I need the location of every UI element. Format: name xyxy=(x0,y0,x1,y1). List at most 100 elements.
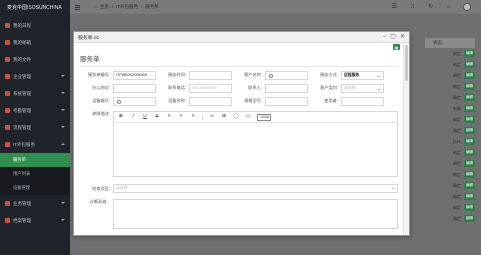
edit-button[interactable]: 编辑 xyxy=(463,61,475,68)
edit-button[interactable]: 编辑 xyxy=(463,94,475,101)
edit-button[interactable]: 编辑 xyxy=(463,171,475,178)
text-field[interactable]: 000-00000000 xyxy=(189,83,232,93)
save-button[interactable]: ▣ xyxy=(393,44,400,50)
text-field[interactable] xyxy=(113,83,156,93)
edit-button[interactable]: 编辑 xyxy=(463,127,475,134)
edit-button[interactable]: 编辑 xyxy=(463,215,475,222)
field-label: 设备名称: xyxy=(168,98,186,103)
row-status-text: 确定 xyxy=(452,193,461,199)
chevron-down-icon xyxy=(392,188,394,189)
sidebar-item-5[interactable]: 考勤管理 xyxy=(0,102,70,119)
edit-button[interactable]: 编辑 xyxy=(463,182,475,189)
edit-button[interactable]: 编辑 xyxy=(463,116,475,123)
sidebar-item-0[interactable]: 我的日程 xyxy=(0,17,70,34)
search-field[interactable] xyxy=(113,96,156,106)
sidebar-item-label: 我的日程 xyxy=(13,22,31,28)
sidebar-subitem-2[interactable]: 设备管理 xyxy=(0,181,70,195)
list-icon[interactable]: ☰ xyxy=(391,4,398,11)
search-field[interactable] xyxy=(265,70,308,80)
edit-button[interactable]: 编辑 xyxy=(463,50,475,57)
emoji-icon[interactable]: ◯ xyxy=(233,114,239,120)
italic-icon[interactable]: I xyxy=(130,114,136,120)
row-status-text: 确定 xyxy=(452,116,461,122)
sidebar-subitem-1[interactable]: 用户列表 xyxy=(0,167,70,181)
maximize-icon[interactable]: ▢ xyxy=(390,34,396,41)
dialog-title: 服务单-01 xyxy=(74,32,409,43)
edit-button[interactable]: 编辑 xyxy=(463,160,475,167)
home-icon[interactable]: ⌂ xyxy=(94,4,97,10)
text-field[interactable]: ITFWD202006300 xyxy=(113,70,156,80)
lock-icon[interactable]: ⌂ xyxy=(445,4,452,11)
text-field[interactable] xyxy=(189,70,232,80)
table-row: 确定 编辑 xyxy=(425,92,475,103)
table-row: 确定 编辑 xyxy=(425,125,475,136)
menu-toggle-icon[interactable] xyxy=(75,4,80,10)
field-value: 请选择... xyxy=(344,85,359,90)
zoom-select[interactable]: 100% xyxy=(257,113,271,121)
menu-item-icon xyxy=(5,125,10,130)
link-icon[interactable]: ∞ xyxy=(209,114,215,120)
table-row: 确定 编辑 xyxy=(425,81,475,92)
align-right-icon[interactable]: ≡ xyxy=(190,114,196,120)
text-field[interactable] xyxy=(265,96,308,106)
table-row: 确定 编辑 xyxy=(425,147,475,158)
strikethrough-icon[interactable]: S xyxy=(154,114,160,120)
sidebar-item-7[interactable]: IT外包服务 xyxy=(0,136,70,153)
refresh-icon[interactable]: ↻ xyxy=(427,4,434,11)
bold-icon[interactable]: B xyxy=(118,114,124,120)
bell-icon[interactable]: ♫ xyxy=(409,4,416,11)
fault-description-editor[interactable]: B I U S ≡ ≡ ≡ ∞ ⊞ ◯ ▭ 100% xyxy=(113,111,398,177)
edit-button[interactable]: 编辑 xyxy=(463,149,475,156)
edit-button[interactable]: 编辑 xyxy=(463,193,475,200)
select-field[interactable]: 远程服务 xyxy=(341,70,384,80)
row-status-text: 确定 xyxy=(452,215,461,221)
sidebar: 麦克中国ISOSUNCHINA 我的日程 我的邮箱 我的文件 企业管理 系统管理 考勤管理… xyxy=(0,0,70,255)
minimize-icon[interactable]: − xyxy=(383,34,387,41)
sidebar-item-4[interactable]: 系统管理 xyxy=(0,85,70,102)
text-field[interactable] xyxy=(341,96,384,106)
user-avatar[interactable] xyxy=(463,3,471,11)
edit-button[interactable]: 编辑 xyxy=(463,83,475,90)
dialog-scrollbar[interactable] xyxy=(403,43,409,235)
scrollbar-thumb[interactable] xyxy=(405,45,408,81)
diagnosis-textarea[interactable] xyxy=(113,199,398,229)
background-table: 状态 确定 编辑 确定 编辑 确定 编辑 确定 编辑 确定 编辑 未确 编辑 确定 编辑 确定 编辑 针叶 编辑确… xyxy=(425,38,475,224)
close-icon[interactable]: ✕ xyxy=(400,34,405,41)
edit-button[interactable]: 编辑 xyxy=(463,138,475,145)
sidebar-item-a0[interactable]: 业务管理 xyxy=(0,195,70,212)
sidebar-item-a1[interactable]: 档案管理 xyxy=(0,212,70,229)
editor-toolbar: B I U S ≡ ≡ ≡ ∞ ⊞ ◯ ▭ 100% xyxy=(114,112,397,123)
check-items-select[interactable]: 请选择... xyxy=(113,184,398,193)
edit-button[interactable]: 编辑 xyxy=(463,72,475,79)
sidebar-item-6[interactable]: 流程管理 xyxy=(0,119,70,136)
select-field[interactable]: 请选择... xyxy=(341,83,384,93)
chevron-down-icon xyxy=(61,202,65,204)
edit-button[interactable]: 编辑 xyxy=(463,105,475,112)
align-left-icon[interactable]: ≡ xyxy=(166,114,172,120)
edit-button[interactable]: 编辑 xyxy=(463,204,475,211)
sidebar-item-label: 流程管理 xyxy=(13,124,31,130)
breadcrumb-it-service[interactable]: IT外包服务 xyxy=(116,4,138,10)
sidebar-subitem-0[interactable]: 服务单 xyxy=(0,153,70,167)
table-row: 确定 编辑 xyxy=(425,158,475,169)
sidebar-item-2[interactable]: 我的文件 xyxy=(0,51,70,68)
row-status-text: 确定 xyxy=(452,149,461,155)
align-center-icon[interactable]: ≡ xyxy=(178,114,184,120)
field-label: 使用者: xyxy=(324,98,338,103)
fault-description-row: 故障描述: B I U S ≡ ≡ ≡ ∞ ⊞ ◯ ▭ 100% xyxy=(80,111,398,177)
image-icon[interactable]: ▭ xyxy=(245,114,251,120)
text-field[interactable] xyxy=(265,83,308,93)
sidebar-item-3[interactable]: 企业管理 xyxy=(0,68,70,85)
sidebar-item-1[interactable]: 我的邮箱 xyxy=(0,34,70,51)
search-icon xyxy=(117,99,121,104)
top-bar: ⌂ 主页 / IT外包服务 / 服务单 ☰ ♫ ↻ ⌂ xyxy=(70,0,481,14)
text-field[interactable] xyxy=(189,96,232,106)
breadcrumb-home[interactable]: 主页 xyxy=(100,4,109,10)
menu-item-icon xyxy=(5,201,10,206)
sidebar-item-label: 我的文件 xyxy=(13,56,31,62)
sidebar-item-label: 企业管理 xyxy=(13,73,31,79)
sidebar-item-label: 系统管理 xyxy=(13,90,31,96)
field-label: 联系电话: xyxy=(168,85,186,90)
table-icon[interactable]: ⊞ xyxy=(221,114,227,120)
underline-icon[interactable]: U xyxy=(142,114,148,120)
